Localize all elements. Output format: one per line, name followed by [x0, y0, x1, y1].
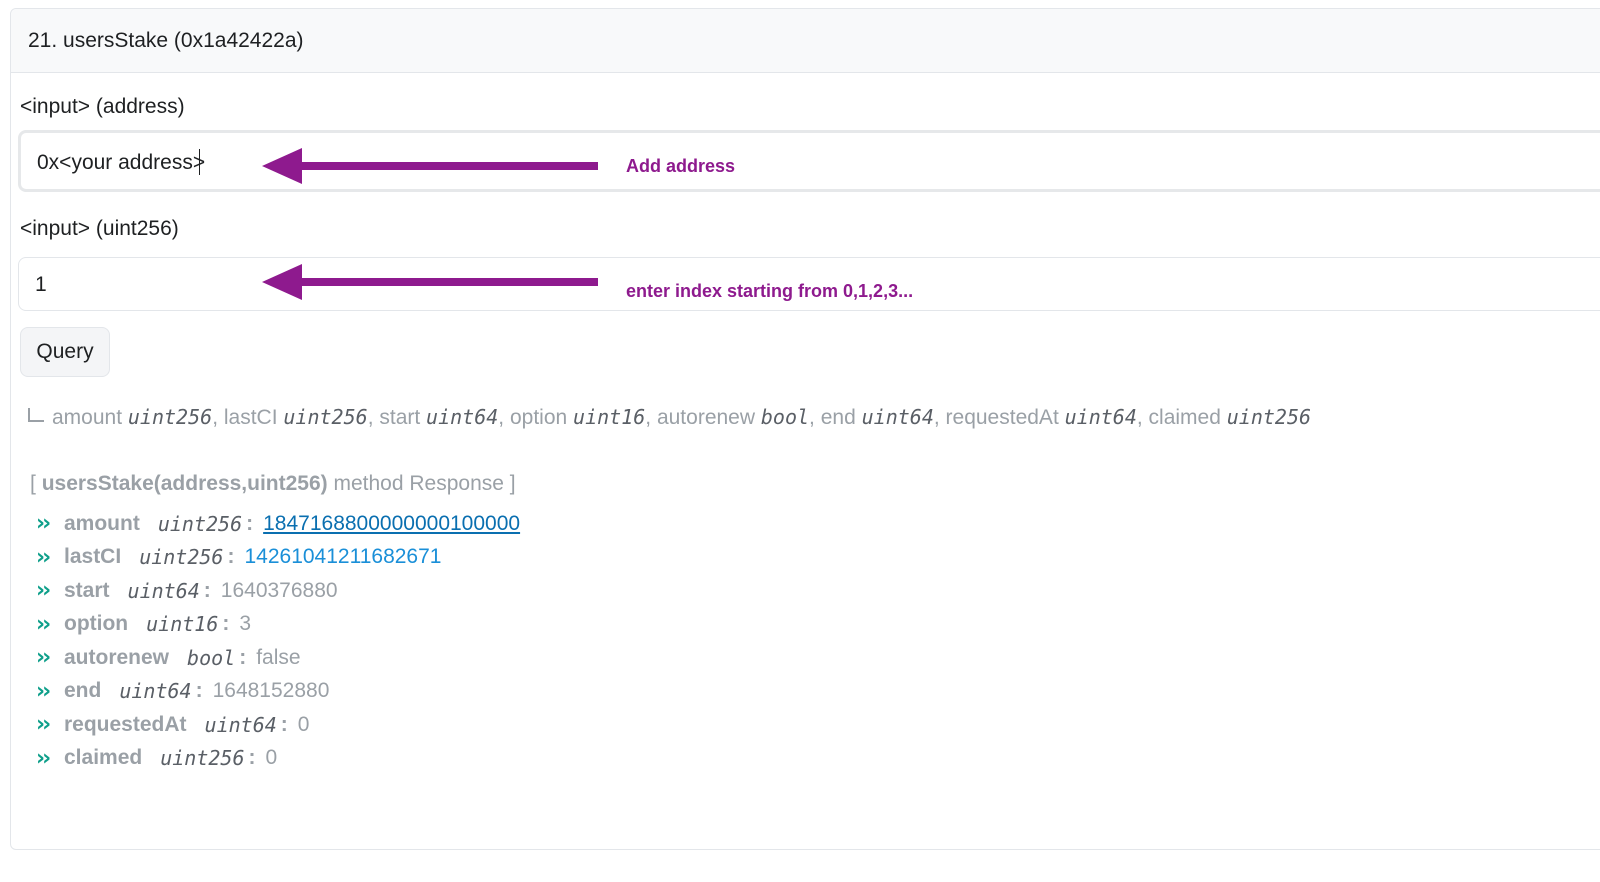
- output-signature: amount uint256, lastCI uint256, start ui…: [28, 405, 1311, 430]
- sig-name: lastCI: [223, 406, 278, 429]
- response-row: ›› autorenew bool : false: [36, 641, 520, 675]
- row-colon: :: [280, 712, 288, 736]
- double-chevron-right-icon: ››: [36, 511, 51, 537]
- row-name: claimed: [64, 746, 143, 770]
- query-button[interactable]: Query: [20, 327, 110, 377]
- row-name: start: [64, 578, 110, 602]
- row-type: uint256: [157, 511, 243, 536]
- sig-name: end: [820, 406, 856, 429]
- row-name: amount: [64, 511, 140, 535]
- row-type: bool: [187, 645, 236, 670]
- address-input[interactable]: 0x<your address>: [18, 130, 1600, 192]
- arrow-left-icon: [262, 148, 598, 184]
- double-chevron-right-icon: ››: [36, 645, 51, 671]
- open-bracket: [: [30, 472, 36, 495]
- sig-name: option: [509, 406, 568, 429]
- row-colon: :: [195, 679, 203, 703]
- row-name: option: [64, 612, 129, 636]
- row-colon: :: [227, 545, 235, 569]
- row-value-link[interactable]: 1847168800000000100000: [263, 512, 520, 536]
- row-colon: :: [203, 578, 211, 602]
- row-value: 1648152880: [212, 679, 330, 703]
- sig-type: uint64: [426, 405, 499, 429]
- row-value: 1640376880: [220, 578, 338, 602]
- arrow-left-icon: [262, 264, 598, 300]
- response-row: ›› option uint16 : 3: [36, 608, 520, 642]
- sig-name: requestedAt: [945, 406, 1059, 429]
- sig-type: uint256: [127, 405, 213, 429]
- row-type: uint16: [146, 612, 219, 637]
- response-row: ›› lastCI uint256 : 14261041211682671: [36, 541, 520, 575]
- text-caret: [199, 149, 200, 175]
- method-title: 21. usersStake (0x1a42422a): [28, 29, 304, 52]
- row-colon: :: [248, 746, 256, 770]
- sig-name: amount: [52, 406, 123, 429]
- return-corner-icon: [28, 408, 44, 422]
- response-row: ›› end uint64 : 1648152880: [36, 675, 520, 709]
- response-method: usersStake(address,uint256): [41, 472, 328, 495]
- row-value: false: [256, 645, 301, 669]
- row-name: end: [64, 679, 102, 703]
- row-name: requestedAt: [64, 712, 187, 736]
- index-annotation: enter index starting from 0,1,2,3...: [626, 281, 914, 301]
- response-list: ›› amount uint256 : 18471688000000001000…: [36, 507, 520, 775]
- row-type: uint64: [119, 679, 192, 704]
- double-chevron-right-icon: ››: [36, 578, 51, 604]
- row-type: uint64: [127, 578, 200, 603]
- double-chevron-right-icon: ››: [36, 712, 51, 738]
- double-chevron-right-icon: ››: [36, 678, 51, 704]
- sig-type: uint256: [1226, 405, 1312, 429]
- address-input-label: <input> (address): [20, 95, 185, 118]
- row-colon: :: [239, 645, 247, 669]
- sig-name: claimed: [1148, 406, 1221, 429]
- sig-type: uint16: [573, 405, 646, 429]
- row-type: uint256: [160, 746, 245, 771]
- response-row: ›› requestedAt uint64 : 0: [36, 708, 520, 742]
- address-annotation: Add address: [626, 156, 736, 176]
- row-type: uint256: [139, 545, 224, 570]
- double-chevron-right-icon: ››: [36, 544, 51, 570]
- sig-type: uint64: [861, 405, 934, 429]
- response-row: ›› amount uint256 : 18471688000000001000…: [36, 507, 520, 541]
- address-input-value: 0x<your address>: [37, 151, 206, 174]
- row-value: 3: [239, 612, 252, 636]
- response-row: ›› claimed uint256 : 0: [36, 742, 520, 776]
- row-colon: :: [222, 612, 230, 636]
- row-value: 0: [265, 746, 278, 770]
- row-colon: :: [246, 511, 254, 535]
- sig-type: uint64: [1064, 405, 1137, 429]
- double-chevron-right-icon: ››: [36, 611, 51, 637]
- sig-type: uint256: [283, 405, 368, 429]
- response-header: [ usersStake(address,uint256) method Res…: [30, 472, 516, 496]
- index-input-value: 1: [35, 273, 47, 296]
- card-header[interactable]: 21. usersStake (0x1a42422a): [11, 9, 1600, 73]
- row-name: autorenew: [64, 645, 170, 669]
- response-suffix: method Response ]: [333, 472, 516, 495]
- double-chevron-right-icon: ››: [36, 745, 51, 771]
- row-value: 0: [297, 712, 310, 736]
- index-input-label: <input> (uint256): [20, 217, 179, 240]
- row-name: lastCI: [64, 545, 122, 569]
- row-type: uint64: [204, 712, 277, 737]
- row-value: 14261041211682671: [244, 545, 442, 569]
- sig-name: autorenew: [656, 406, 756, 429]
- sig-type: bool: [760, 405, 810, 429]
- response-row: ›› start uint64 : 1640376880: [36, 574, 520, 608]
- sig-name: start: [379, 406, 421, 429]
